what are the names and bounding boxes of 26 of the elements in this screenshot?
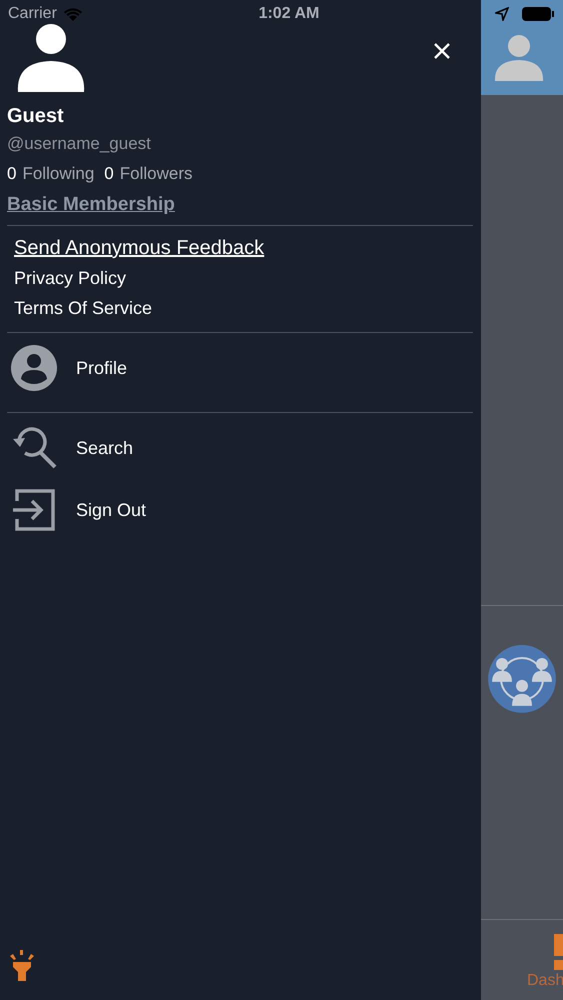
wifi-icon [62,7,83,21]
followers-count: 0 [104,164,114,184]
carrier-name: Carrier [8,5,57,23]
group-icon[interactable] [487,644,557,714]
sign-out-icon [11,487,57,533]
avatar-icon [16,24,86,92]
menu-link[interactable]: Terms Of Service [14,293,152,323]
status-time: 1:02 AM [258,5,320,23]
avatar-icon [494,32,544,83]
menu-item[interactable]: Profile [76,358,128,378]
following-count: 0 [7,164,16,184]
username: @username_guest [7,134,152,154]
membership-link[interactable]: Basic Membership [7,194,175,216]
search-icon [11,425,57,471]
close-button[interactable] [433,42,451,60]
user-name: Guest [7,105,65,128]
followers-label[interactable]: Followers [120,164,192,184]
menu-item[interactable]: Search [76,438,134,458]
menu-item[interactable]: Sign Out [76,500,146,520]
battery-icon [521,6,555,22]
following-label[interactable]: Following [22,164,94,184]
location-icon [495,7,509,21]
menu-link[interactable]: Privacy Policy [14,263,126,293]
flashlight-icon[interactable] [8,950,36,982]
person-icon [11,345,57,391]
menu-link[interactable]: Send Anonymous Feedback [14,233,264,263]
